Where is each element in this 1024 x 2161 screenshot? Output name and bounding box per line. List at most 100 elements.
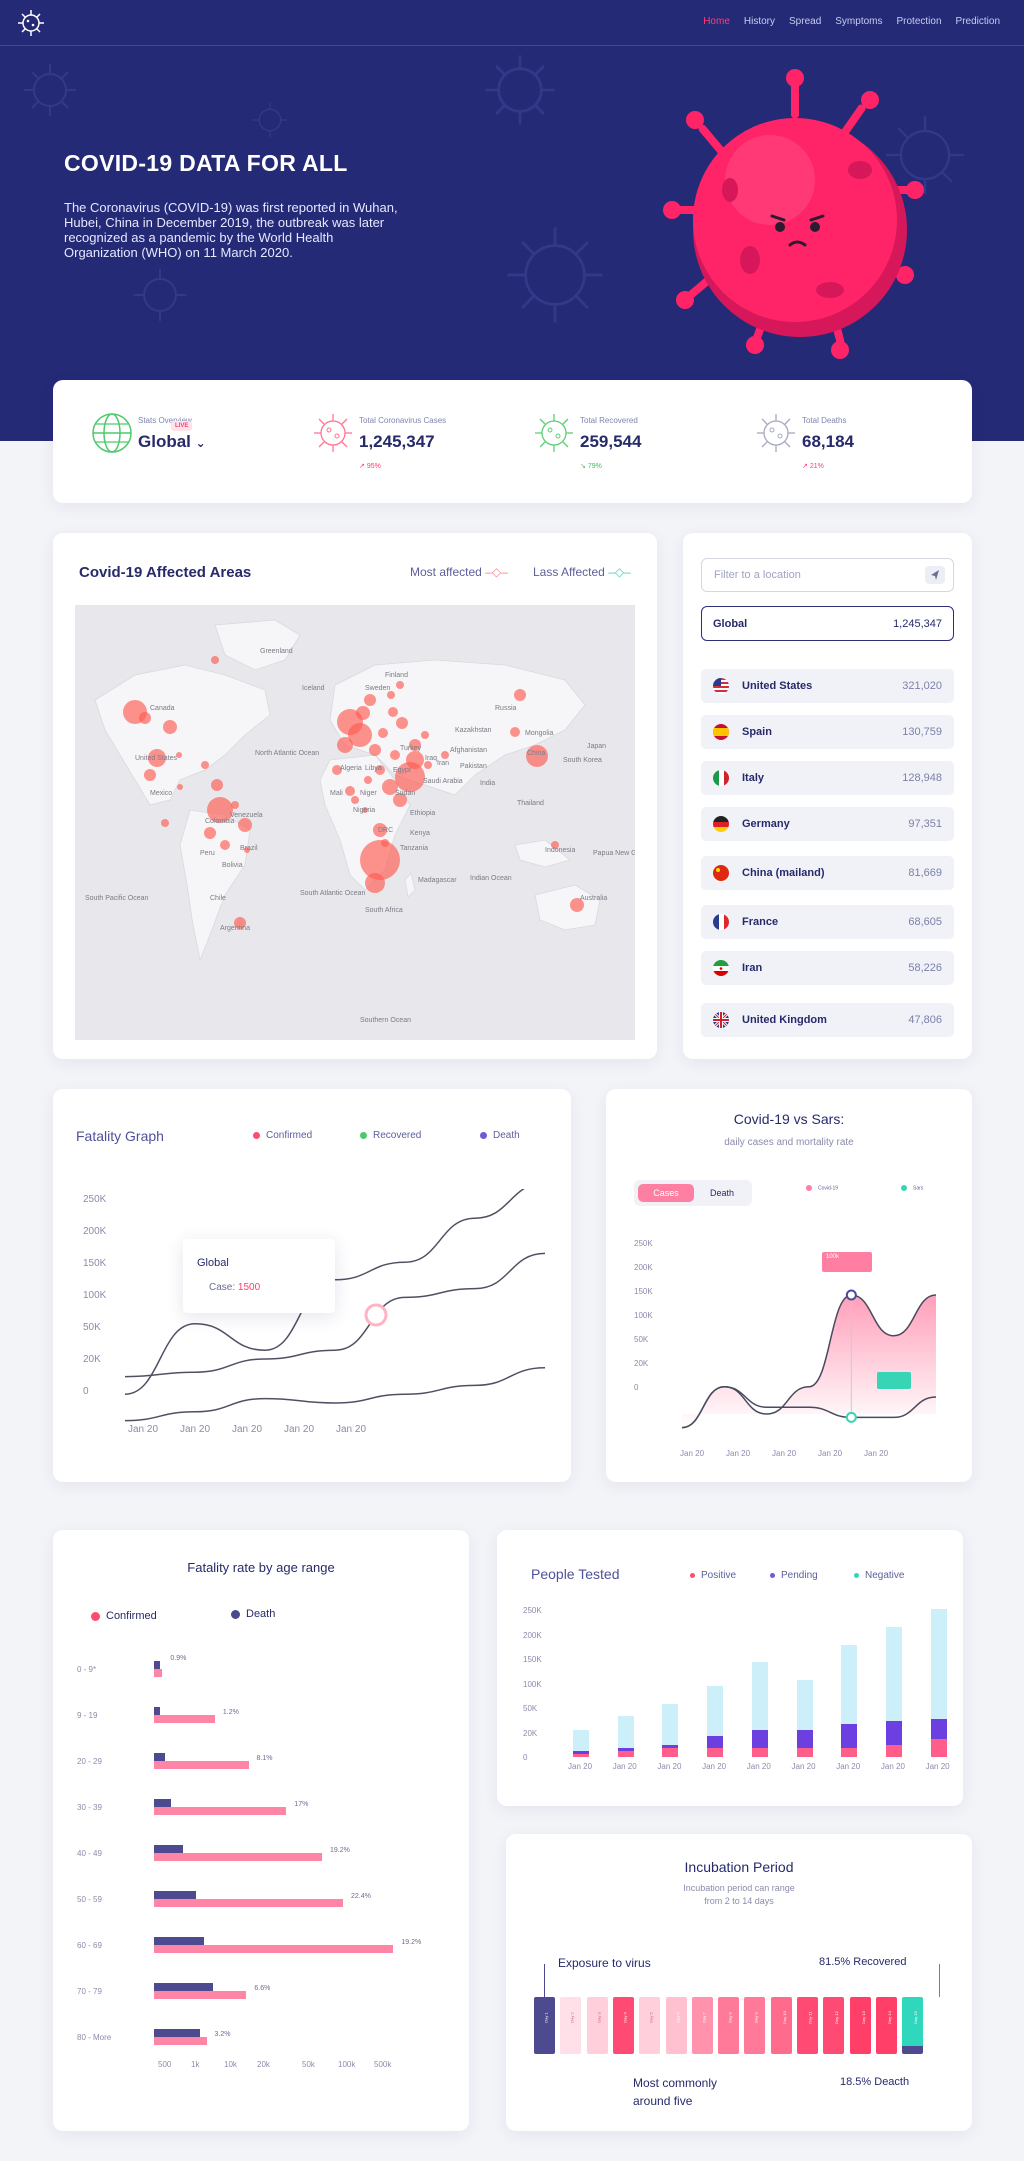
virus-decoration-icon — [507, 227, 603, 323]
global-location-row[interactable]: Global 1,245,347 — [701, 606, 954, 641]
legend-most-affected[interactable]: Most affected –◇– — [410, 565, 508, 579]
legend-pending[interactable]: Pending — [770, 1570, 818, 1581]
x-axis-tick: 500 — [158, 2060, 172, 2069]
country-row[interactable]: China (mailand) 81,669 — [701, 856, 954, 890]
legend-confirmed[interactable]: Confirmed — [253, 1130, 312, 1141]
y-axis-tick: 150K — [83, 1258, 107, 1269]
nav-protection[interactable]: Protection — [897, 16, 942, 27]
map-label-finland: Finland — [385, 672, 408, 679]
covid-vs-sars-chart[interactable] — [676, 1239, 956, 1449]
navigation-arrow-icon — [931, 570, 939, 580]
x-axis-tick: Jan 20 — [836, 1762, 861, 1771]
death-bar — [154, 1799, 171, 1807]
incubation-day-block: Day 12 — [823, 1997, 845, 2054]
confirmed-bar — [154, 1991, 247, 1999]
y-axis-tick: 20K — [523, 1728, 538, 1738]
incubation-day-block: Day 13 — [849, 1997, 871, 2054]
country-name: Iran — [742, 962, 763, 974]
x-axis-tick: Jan 20 — [702, 1762, 727, 1771]
y-axis-tick: 200K — [523, 1630, 542, 1640]
tab-death[interactable]: Death — [696, 1184, 748, 1202]
incubation-day-block: Day 3 — [586, 1997, 608, 2054]
x-axis-tick: 20k — [257, 2060, 270, 2069]
map-label-iran: Iran — [437, 760, 450, 767]
y-axis-tick: 100K — [523, 1679, 542, 1689]
less-affected-marker-icon: –◇– — [608, 565, 631, 579]
y-axis-tick: 50K — [523, 1704, 538, 1713]
fatality-line-chart[interactable] — [113, 1189, 553, 1449]
country-row[interactable]: United States 321,020 — [701, 669, 954, 703]
legend-death[interactable]: Death — [480, 1130, 520, 1141]
nav-symptoms[interactable]: Symptoms — [835, 16, 882, 27]
bar-value-label: 19.2% — [330, 1847, 350, 1854]
bar-value-label: 0.9% — [170, 1655, 187, 1662]
australia-shape — [534, 884, 601, 931]
total-cases-label: Total Coronavirus Cases — [359, 416, 447, 425]
uk-flag-icon — [713, 1012, 729, 1028]
live-badge: LIVE — [171, 421, 193, 431]
chevron-down-icon: ⌄ — [195, 436, 206, 450]
x-axis-tick: Jan 20 — [880, 1762, 905, 1771]
total-cases-trend: ↗ 95% — [359, 463, 381, 470]
tab-cases[interactable]: Cases — [638, 1184, 694, 1202]
x-axis-tick: Jan 20 — [612, 1762, 637, 1771]
incubation-day-block: Day 2 — [560, 1997, 582, 2054]
incubation-day-block: Day 14 — [875, 1997, 897, 2054]
incubation-day-label: Day 12 — [834, 2011, 840, 2024]
world-map[interactable]: Greenland Iceland Sweden Finland Russia … — [75, 605, 635, 1040]
legend-confirmed[interactable]: Confirmed — [91, 1610, 157, 1622]
incubation-day-block: Day 4 — [612, 1997, 634, 2054]
age-range-label: 20 - 29 — [77, 1757, 102, 1766]
affected-areas-card: Covid-19 Affected Areas Most affected –◇… — [53, 533, 657, 1059]
age-range-label: 50 - 59 — [77, 1895, 102, 1904]
country-row[interactable]: Italy 128,948 — [701, 761, 954, 795]
age-range-label: 40 - 49 — [77, 1849, 102, 1858]
legend-less-affected[interactable]: Lass Affected –◇– — [533, 565, 631, 579]
country-row[interactable]: Iran 58,226 — [701, 951, 954, 985]
nav-history[interactable]: History — [744, 16, 775, 27]
exposure-label: Exposure to virus — [558, 1956, 651, 1970]
map-label-venezuela: Venezuela — [230, 812, 263, 819]
world-map-svg — [94, 619, 601, 962]
hero-section: Home History Spread Symptoms Protection … — [0, 0, 1024, 441]
country-row[interactable]: United Kingdom 47,806 — [701, 1003, 954, 1037]
legend-recovered[interactable]: Recovered — [360, 1130, 421, 1141]
nav-home[interactable]: Home — [703, 16, 730, 27]
legend-covid19[interactable]: Covid-19 — [806, 1185, 838, 1191]
x-axis-tick: 1k — [191, 2060, 200, 2069]
map-label-turkey: Turkey — [400, 745, 422, 752]
virus-decoration-icon — [485, 55, 555, 125]
bar-value-label: 3.2% — [214, 2031, 231, 2038]
y-axis-tick: 100K — [634, 1311, 653, 1320]
y-axis-tick: 250K — [523, 1606, 542, 1615]
death-bar — [154, 1937, 205, 1945]
nav-spread[interactable]: Spread — [789, 16, 821, 27]
country-count: 58,226 — [908, 962, 942, 974]
total-cases-value: 1,245,347 — [359, 432, 435, 451]
fatality-graph-title: Fatality Graph — [76, 1128, 164, 1144]
map-label-canada: Canada — [150, 705, 175, 712]
series-line-death — [124, 1367, 546, 1422]
legend-death[interactable]: Death — [231, 1608, 275, 1620]
legend-positive[interactable]: Positive — [690, 1570, 736, 1581]
map-label-argentina: Argentina — [220, 925, 250, 932]
positive-bar — [841, 1748, 858, 1757]
total-deaths-trend: ↗ 21% — [802, 463, 824, 470]
nav-prediction[interactable]: Prediction — [956, 16, 1000, 27]
map-label-algeria: Algeria — [340, 765, 362, 772]
legend-negative[interactable]: Negative — [854, 1570, 904, 1581]
trend-up-icon: ↗ — [802, 463, 808, 470]
map-label-libya: Libya — [365, 765, 382, 772]
map-label-north-atlantic: North Atlantic Ocean — [255, 750, 320, 757]
y-axis-tick: 200K — [634, 1263, 653, 1272]
virus-decoration-icon — [24, 64, 76, 116]
legend-sars[interactable]: Sars — [901, 1185, 923, 1191]
virus-logo-icon[interactable] — [16, 8, 46, 38]
country-row[interactable]: France 68,605 — [701, 905, 954, 939]
locate-button[interactable] — [925, 566, 945, 584]
country-row[interactable]: Germany 97,351 — [701, 807, 954, 841]
virus-recovered-icon — [535, 414, 573, 452]
country-row[interactable]: Spain 130,759 — [701, 715, 954, 749]
positive-bar — [617, 1751, 634, 1757]
location-filter-input[interactable]: Filter to a location — [701, 558, 954, 592]
